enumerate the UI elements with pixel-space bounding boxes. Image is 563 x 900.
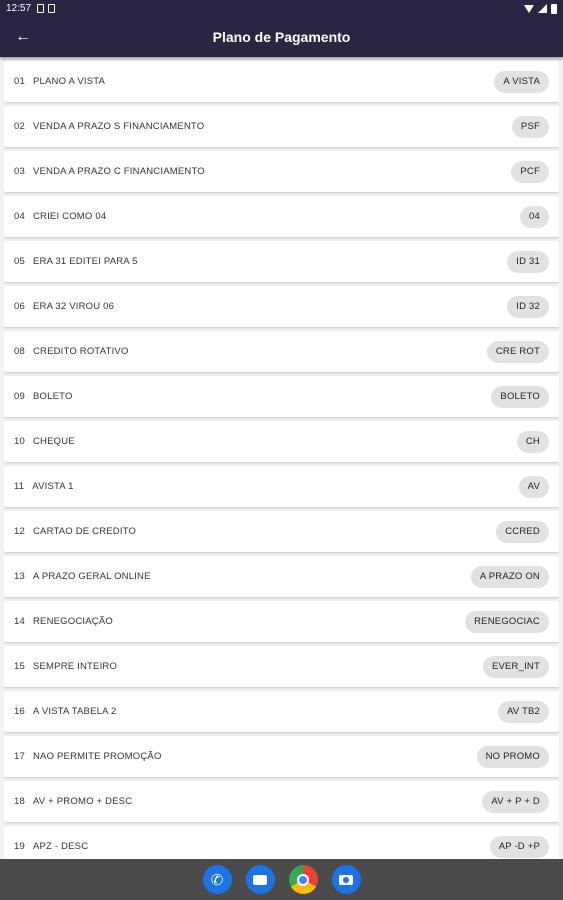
plan-chip: 04	[520, 205, 549, 228]
plan-code: 12	[14, 526, 25, 537]
plan-code: 14	[14, 616, 25, 627]
plan-code: 15	[14, 661, 25, 672]
page-title: Plano de Pagamento	[212, 29, 351, 45]
plan-chip: AV	[518, 475, 549, 498]
plan-label: ERA 32 VIROU 06	[32, 301, 115, 312]
list-item[interactable]: 05 ERA 31 EDITEI PARA 5 ID 31	[4, 241, 559, 282]
plan-chip: ID 32	[507, 295, 549, 318]
notification-icon	[37, 4, 45, 13]
battery-icon	[551, 3, 557, 14]
plan-code: 09	[14, 391, 25, 402]
plan-code: 10	[14, 436, 25, 447]
plan-label: A VISTA TABELA 2	[32, 706, 117, 717]
wifi-icon	[524, 4, 534, 13]
status-time: 12:57	[6, 3, 32, 14]
plan-code: 08	[14, 346, 25, 357]
plan-chip: AV + P + D	[482, 790, 549, 813]
plan-label: CHEQUE	[32, 436, 75, 447]
storage-notification-icon	[48, 4, 56, 13]
plan-chip: RENEGOCIAC	[465, 610, 549, 633]
plan-code: 19	[14, 841, 25, 852]
plan-chip: NO PROMO	[476, 745, 549, 768]
plan-code: 18	[14, 796, 25, 807]
plan-chip: EVER_INT	[482, 655, 549, 678]
plan-code: 02	[14, 121, 25, 132]
back-arrow-icon[interactable]: ←	[12, 25, 34, 49]
list-item[interactable]: 17 NAO PERMITE PROMOÇÃO NO PROMO	[4, 736, 559, 777]
plan-code: 17	[14, 751, 25, 762]
plan-code: 16	[14, 706, 25, 717]
list-item[interactable]: 04 CRIEI COMO 04 04	[4, 196, 559, 237]
status-bar: 12:57	[0, 0, 563, 17]
plan-chip: AV TB2	[497, 700, 549, 723]
list-item[interactable]: 02 VENDA A PRAZO S FINANCIAMENTO PSF	[4, 106, 559, 147]
list-item[interactable]: 09 BOLETO BOLETO	[4, 376, 559, 417]
plan-label: CRIEI COMO 04	[32, 211, 107, 222]
plan-label: NAO PERMITE PROMOÇÃO	[32, 751, 162, 762]
plan-code: 06	[14, 301, 25, 312]
payment-plan-list[interactable]: 01 PLANO A VISTA A VISTA 02 VENDA A PRAZO S …	[4, 57, 559, 859]
plan-chip: A PRAZO ON	[470, 565, 549, 588]
plan-label: BOLETO	[32, 391, 73, 402]
plan-chip: PCF	[511, 160, 549, 183]
list-item[interactable]: 14 RENEGOCIAÇÃO RENEGOCIAC	[4, 601, 559, 642]
plan-label: PLANO A VISTA	[32, 76, 106, 87]
plan-code: 03	[14, 166, 25, 177]
list-item[interactable]: 10 CHEQUE CH	[4, 421, 559, 462]
list-item[interactable]: 16 A VISTA TABELA 2 AV TB2	[4, 691, 559, 732]
plan-chip: CCRED	[496, 520, 549, 543]
plan-label: CREDITO ROTATIVO	[32, 346, 129, 357]
camera-icon[interactable]	[331, 865, 361, 894]
plan-code: 13	[14, 571, 25, 582]
plan-label: RENEGOCIAÇÃO	[32, 616, 113, 627]
list-item[interactable]: 12 CARTAO DE CREDITO CCRED	[4, 511, 559, 552]
plan-label: VENDA A PRAZO S FINANCIAMENTO	[32, 121, 205, 132]
list-item[interactable]: 11 AVISTA 1 AV	[4, 466, 559, 507]
plan-label: AVISTA 1	[32, 481, 74, 492]
plan-label: SEMPRE INTEIRO	[32, 661, 118, 672]
plan-chip: CRE ROT	[486, 340, 549, 363]
dock-bar: ✆	[0, 859, 563, 900]
app-bar: ← Plano de Pagamento	[0, 17, 563, 57]
plan-chip: BOLETO	[491, 385, 549, 408]
plan-chip: ID 31	[507, 250, 549, 273]
plan-label: APZ - DESC	[32, 841, 89, 852]
list-item[interactable]: 13 A PRAZO GERAL ONLINE A PRAZO ON	[4, 556, 559, 597]
plan-label: VENDA A PRAZO C FINANCIAMENTO	[32, 166, 205, 177]
list-item[interactable]: 18 AV + PROMO + DESC AV + P + D	[4, 781, 559, 822]
plan-label: CARTAO DE CREDITO	[32, 526, 137, 537]
list-item[interactable]: 15 SEMPRE INTEIRO EVER_INT	[4, 646, 559, 687]
plan-chip: AP -D +P	[489, 835, 549, 858]
chrome-icon[interactable]	[288, 865, 318, 894]
plan-label: AV + PROMO + DESC	[32, 796, 133, 807]
plan-code: 05	[14, 256, 25, 267]
signal-icon	[538, 4, 547, 13]
plan-label: A PRAZO GERAL ONLINE	[32, 571, 151, 582]
plan-code: 04	[14, 211, 25, 222]
list-item[interactable]: 19 APZ - DESC AP -D +P	[4, 826, 559, 859]
plan-code: 11	[14, 481, 25, 492]
list-item[interactable]: 06 ERA 32 VIROU 06 ID 32	[4, 286, 559, 327]
plan-label: ERA 31 EDITEI PARA 5	[32, 256, 138, 267]
list-item[interactable]: 01 PLANO A VISTA A VISTA	[4, 61, 559, 102]
message-icon[interactable]	[245, 865, 275, 894]
phone-icon[interactable]: ✆	[202, 865, 232, 894]
list-item[interactable]: 08 CREDITO ROTATIVO CRE ROT	[4, 331, 559, 372]
plan-chip: PSF	[511, 115, 549, 138]
plan-chip: CH	[516, 430, 549, 453]
list-item[interactable]: 03 VENDA A PRAZO C FINANCIAMENTO PCF	[4, 151, 559, 192]
plan-chip: A VISTA	[494, 70, 549, 93]
plan-code: 01	[14, 76, 25, 87]
